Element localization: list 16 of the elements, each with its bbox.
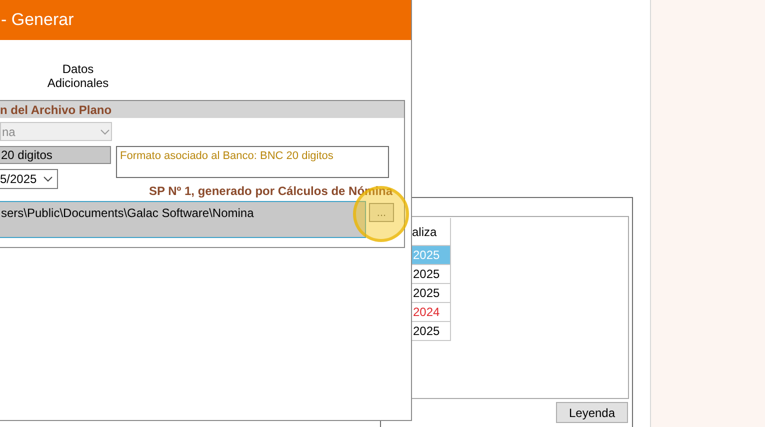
legend-button[interactable]: Leyenda [556,402,628,423]
date-combo[interactable]: 5/2025 [0,169,58,189]
year-text: 2025 [413,248,440,262]
tab[interactable]: Datos Adicionales [40,62,116,90]
window-title: - Generar [0,9,74,32]
format-field[interactable]: 20 digitos [0,146,111,164]
format-description: Formato asociado al Banco: BNC 20 digitos [116,146,389,178]
path-field[interactable]: sers\Public\Documents\Galac Software\Nomina [0,201,366,238]
year-text: 2025 [413,286,440,300]
source-note: SP Nº 1, generado por Cálculos de Nómina [149,183,393,200]
year-text: 2025 [413,324,440,338]
year-text: 2024 [413,305,440,319]
year-text: 2025 [413,267,440,281]
group-title: n del Archivo Plano [0,102,112,118]
chevron-icon [43,176,53,182]
chevron-icon [100,128,110,134]
